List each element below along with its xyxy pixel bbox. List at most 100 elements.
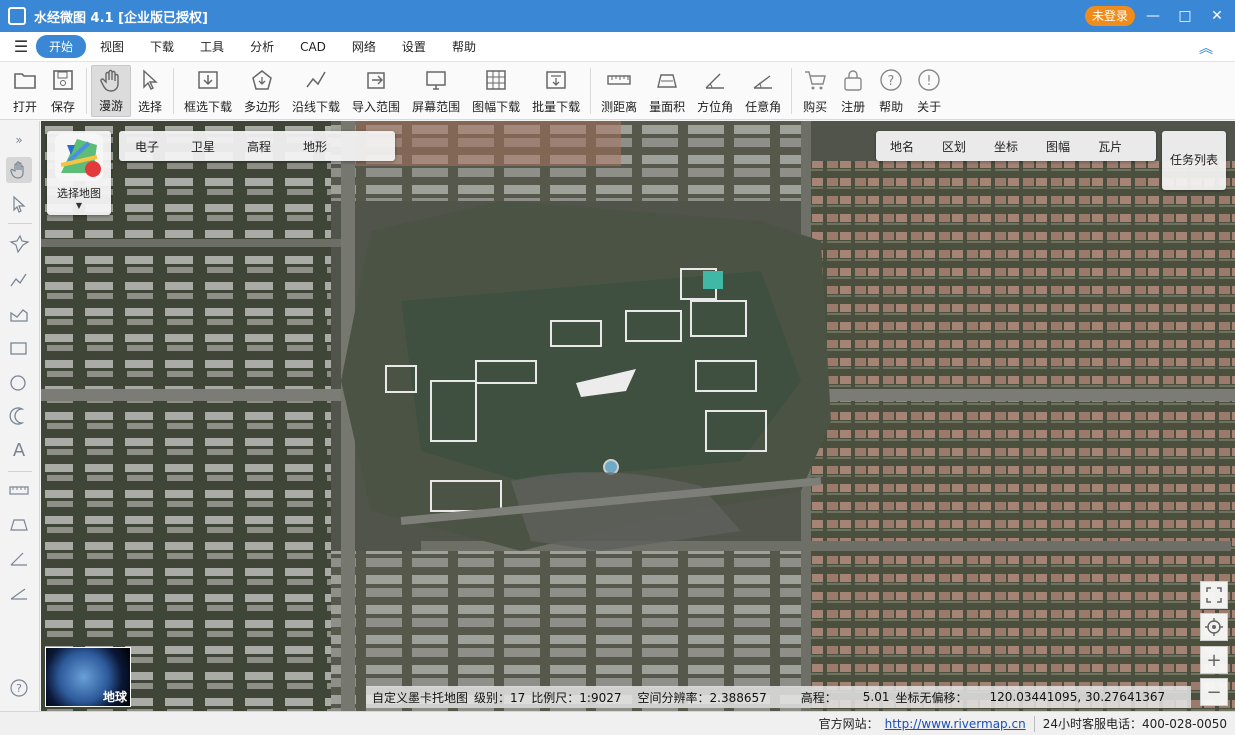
any-angle-button[interactable]: 任意角 (739, 65, 787, 117)
azimuth-label: 方位角 (697, 100, 734, 114)
add-point-icon[interactable] (6, 231, 32, 257)
collapse-ribbon-icon[interactable]: ︽ (1199, 38, 1213, 58)
menu-cad[interactable]: CAD (288, 37, 338, 57)
map-type-terrain[interactable]: 地形 (287, 138, 343, 155)
grid-icon (483, 67, 509, 93)
import-range-button[interactable]: 导入范围 (346, 65, 406, 117)
batch-download-icon (543, 67, 569, 93)
menu-analysis[interactable]: 分析 (238, 35, 286, 58)
overlay-coordinates[interactable]: 坐标 (980, 138, 1032, 155)
overlay-tiles[interactable]: 瓦片 (1084, 138, 1136, 155)
menu-start[interactable]: 开始 (36, 35, 87, 58)
help-button[interactable]: ? 帮助 (872, 65, 910, 117)
add-rectangle-icon[interactable] (6, 335, 32, 361)
coordinate-label: 坐标无偏移： (895, 690, 968, 705)
toolbar: 打开 保存 漫游 选择 框选下载 多边形 沿线下载 导入范围 屏幕范围 图幅下载… (0, 62, 1235, 120)
hand-icon (98, 68, 124, 94)
locate-icon[interactable] (1200, 613, 1228, 641)
spatial-resolution: 空间分辨率：2.388657 (637, 690, 767, 705)
task-list-button[interactable]: 任务列表 (1162, 131, 1226, 190)
sidebar-area-icon[interactable] (6, 511, 32, 537)
map-type-satellite[interactable]: 卫星 (175, 138, 231, 155)
save-icon (50, 67, 76, 93)
left-toolbar: » A ? (0, 121, 40, 711)
globe-overview[interactable]: 地球 (45, 647, 131, 707)
pan-button[interactable]: 漫游 (91, 65, 131, 117)
angle-icon (750, 67, 776, 93)
fullscreen-icon[interactable] (1200, 581, 1228, 609)
menu-bar: ☰ 开始 视图 下载 工具 分析 CAD 网络 设置 帮助 ︽ (0, 32, 1235, 62)
map-view[interactable]: 选择地图 ▼ 电子 卫星 高程 地形 地名 区划 坐标 图幅 瓦片 任务列表 +… (41, 121, 1235, 711)
sidebar-angle-icon[interactable] (6, 579, 32, 605)
pan-tool-icon[interactable] (6, 157, 32, 183)
add-line-icon[interactable] (6, 267, 32, 293)
map-scale: 比例尺：1:9027 (531, 690, 622, 705)
screen-range-button[interactable]: 屏幕范围 (406, 65, 466, 117)
sheet-download-button[interactable]: 图幅下载 (466, 65, 526, 117)
polygon-button[interactable]: 多边形 (238, 65, 286, 117)
maximize-button[interactable]: □ (1175, 6, 1195, 26)
sidebar-divider (8, 471, 32, 472)
minimize-button[interactable]: — (1143, 6, 1163, 26)
screen-range-label: 屏幕范围 (412, 100, 461, 114)
globe-label: 地球 (102, 690, 127, 704)
box-download-icon (195, 67, 221, 93)
about-button[interactable]: ! 关于 (910, 65, 948, 117)
login-button[interactable]: 未登录 (1085, 6, 1135, 26)
zoom-in-button[interactable]: + (1200, 646, 1228, 674)
open-button[interactable]: 打开 (6, 65, 44, 117)
sidebar-azimuth-icon[interactable] (6, 545, 32, 571)
save-button[interactable]: 保存 (44, 65, 82, 117)
close-button[interactable]: ✕ (1207, 6, 1227, 26)
select-map-button[interactable]: 选择地图 ▼ (47, 131, 111, 215)
box-download-button[interactable]: 框选下载 (178, 65, 238, 117)
overlay-divisions[interactable]: 区划 (928, 138, 980, 155)
website-link[interactable]: http://www.rivermap.cn (885, 717, 1026, 731)
overlay-panel: 地名 区划 坐标 图幅 瓦片 (876, 131, 1156, 161)
phone-number: 400-028-0050 (1141, 716, 1227, 731)
overlay-sheets[interactable]: 图幅 (1032, 138, 1084, 155)
menu-view[interactable]: 视图 (88, 35, 136, 58)
add-area-icon[interactable] (6, 301, 32, 327)
expand-sidebar-icon[interactable]: » (6, 127, 32, 153)
import-icon (363, 67, 389, 93)
hamburger-menu-icon[interactable]: ☰ (6, 37, 36, 56)
map-type-electronic[interactable]: 电子 (119, 138, 175, 155)
menu-download[interactable]: 下载 (138, 35, 186, 58)
map-status-bar: 自定义墨卡托地图 级别：17 比例尺：1:9027 空间分辨率：2.388657… (366, 686, 1191, 708)
select-label: 选择 (137, 100, 162, 114)
register-button[interactable]: 注册 (834, 65, 872, 117)
map-app-icon (55, 133, 103, 181)
overlay-place-names[interactable]: 地名 (876, 138, 928, 155)
batch-download-button[interactable]: 批量下载 (526, 65, 586, 117)
menu-tools[interactable]: 工具 (188, 35, 236, 58)
sidebar-divider (8, 223, 32, 224)
map-type-panel: 电子 卫星 高程 地形 (119, 131, 395, 161)
import-range-label: 导入范围 (352, 100, 401, 114)
menu-settings[interactable]: 设置 (390, 35, 438, 58)
zoom-out-button[interactable]: − (1200, 678, 1228, 706)
menu-help[interactable]: 帮助 (440, 35, 488, 58)
buy-button[interactable]: 购买 (796, 65, 834, 117)
measure-distance-button[interactable]: 测距离 (595, 65, 643, 117)
select-button[interactable]: 选择 (131, 65, 169, 117)
toolbar-divider (173, 68, 174, 114)
sidebar-ruler-icon[interactable] (6, 477, 32, 503)
add-arc-icon[interactable] (6, 403, 32, 429)
add-text-icon[interactable]: A (6, 437, 32, 463)
line-download-button[interactable]: 沿线下载 (286, 65, 346, 117)
menu-network[interactable]: 网络 (340, 35, 388, 58)
help-label: 帮助 (879, 100, 904, 114)
select-tool-icon[interactable] (6, 191, 32, 217)
polygon-icon (249, 67, 275, 93)
azimuth-button[interactable]: 方位角 (691, 65, 739, 117)
sheet-download-label: 图幅下载 (472, 100, 521, 114)
toolbar-divider (590, 68, 592, 114)
azimuth-icon (702, 67, 728, 93)
add-circle-icon[interactable] (6, 369, 32, 395)
sidebar-help-icon[interactable]: ? (6, 675, 32, 701)
select-map-label: 选择地图 (57, 187, 101, 200)
about-label: 关于 (917, 100, 942, 114)
measure-area-button[interactable]: 量面积 (643, 65, 691, 117)
map-type-elevation[interactable]: 高程 (231, 138, 287, 155)
